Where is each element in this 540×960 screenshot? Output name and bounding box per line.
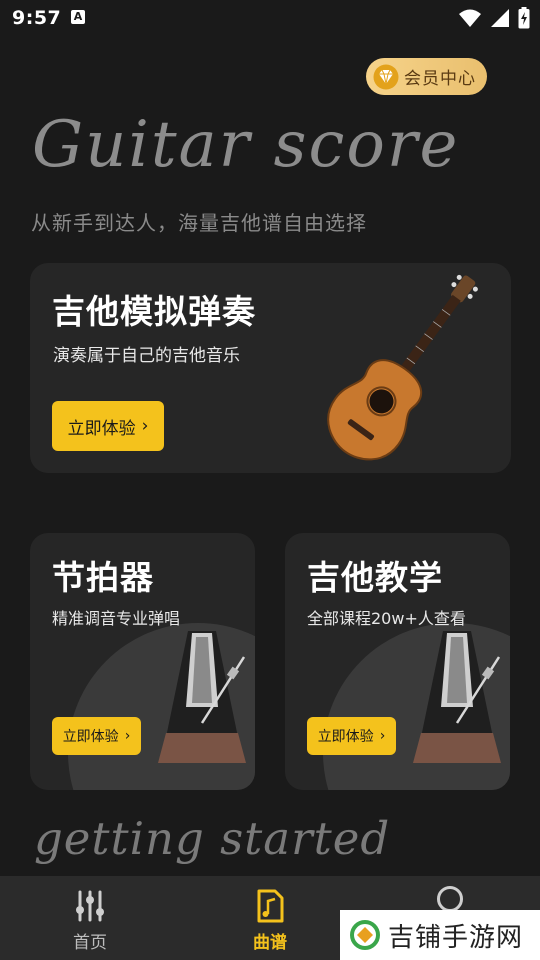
try-now-button[interactable]: 立即体验 › bbox=[52, 401, 164, 451]
music-score-icon bbox=[257, 889, 284, 923]
vip-center-button[interactable]: 会员中心 bbox=[366, 58, 487, 95]
wifi-icon bbox=[459, 9, 481, 27]
card-description: 精准调音专业弹唱 bbox=[52, 609, 181, 628]
hero-subtitle: 从新手到达人，海量吉他谱自由选择 bbox=[31, 211, 367, 235]
signal-icon bbox=[491, 9, 509, 27]
profile-icon[interactable] bbox=[437, 886, 463, 912]
status-time: 9:57 bbox=[12, 7, 62, 29]
nav-item-home[interactable]: 首页 bbox=[30, 876, 150, 960]
try-now-button[interactable]: 立即体验 › bbox=[52, 717, 141, 755]
chevron-right-icon: › bbox=[379, 728, 386, 744]
nav-item-score[interactable]: 曲谱 bbox=[210, 876, 330, 960]
vip-center-label: 会员中心 bbox=[404, 69, 476, 89]
button-label: 立即体验 bbox=[317, 729, 374, 745]
status-bar: 9:57 A bbox=[0, 0, 540, 36]
nav-label: 曲谱 bbox=[253, 933, 287, 953]
guitar-simulator-card[interactable]: 吉他模拟弹奏 演奏属于自己的吉他音乐 立即体验 › bbox=[30, 263, 511, 473]
getting-started-script: getting started bbox=[34, 812, 391, 865]
metronome-image bbox=[158, 631, 246, 763]
battery-icon bbox=[518, 7, 530, 29]
watermark-logo bbox=[350, 920, 380, 950]
watermark-text: 吉铺手游网 bbox=[388, 922, 524, 953]
nav-label: 首页 bbox=[73, 933, 107, 953]
metronome-image bbox=[413, 631, 501, 763]
card-description: 演奏属于自己的吉他音乐 bbox=[53, 346, 240, 366]
sliders-icon bbox=[76, 890, 104, 922]
status-icons bbox=[458, 7, 530, 29]
card-description: 全部课程20w+人查看 bbox=[307, 609, 466, 628]
chevron-right-icon: › bbox=[124, 728, 131, 744]
acoustic-guitar-image bbox=[327, 274, 478, 461]
card-title: 吉他教学 bbox=[307, 558, 443, 597]
card-title: 节拍器 bbox=[52, 558, 154, 597]
notification-badge: A bbox=[71, 10, 85, 24]
button-label: 立即体验 bbox=[62, 729, 119, 745]
chevron-right-icon: › bbox=[141, 416, 149, 436]
card-title: 吉他模拟弹奏 bbox=[52, 292, 256, 331]
diamond-icon bbox=[373, 64, 399, 89]
try-now-button[interactable]: 立即体验 › bbox=[307, 717, 396, 755]
guitar-teaching-card[interactable]: 吉他教学 全部课程20w+人查看 立即体验 › bbox=[285, 533, 510, 790]
watermark: 吉铺手游网 bbox=[340, 910, 540, 960]
button-label: 立即体验 bbox=[67, 418, 136, 439]
metronome-card[interactable]: 节拍器 精准调音专业弹唱 立即体验 › bbox=[30, 533, 255, 790]
hero-script-title: Guitar score bbox=[32, 108, 460, 182]
